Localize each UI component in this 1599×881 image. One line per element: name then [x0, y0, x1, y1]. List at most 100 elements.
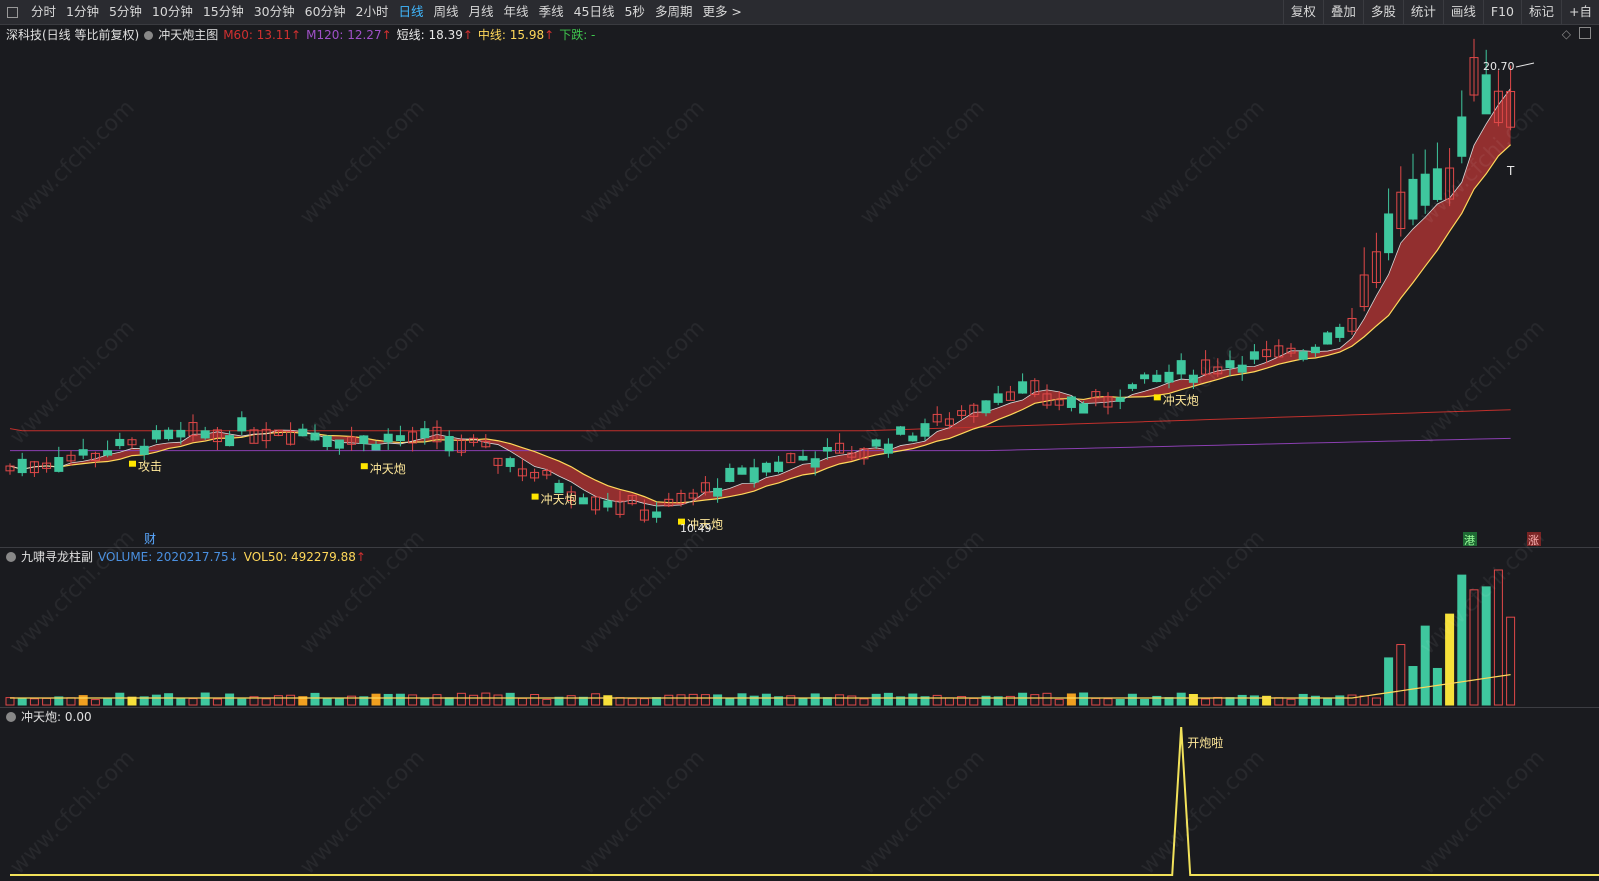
toolbar-button[interactable]: 叠加 — [1322, 0, 1363, 24]
candle-body — [603, 500, 613, 508]
candle-body — [1335, 326, 1345, 338]
indicator-name[interactable]: 冲天炮主图 — [158, 26, 218, 44]
volume-bar — [1140, 698, 1150, 706]
volume-bar — [1030, 694, 1040, 706]
candle-body — [225, 435, 235, 447]
volume-bar — [908, 693, 918, 706]
maximize-icon[interactable] — [1579, 27, 1591, 39]
indicator-settings-icon[interactable] — [6, 552, 16, 562]
period-tab[interactable]: 分时 — [26, 0, 61, 24]
volume-bar — [151, 694, 161, 706]
volume-bar — [383, 693, 393, 706]
toolbar-button[interactable]: 标记 — [1521, 0, 1561, 24]
up-arrow-icon: ↑ — [462, 28, 473, 42]
candle-body — [383, 433, 393, 443]
period-tab[interactable]: 年线 — [499, 0, 534, 24]
peak-label: 开炮啦 — [1187, 735, 1223, 750]
volume-bar — [1201, 698, 1211, 706]
volume-bar — [1042, 692, 1052, 706]
volume-bar — [932, 694, 942, 706]
candle-body — [1115, 397, 1125, 402]
volume-bar — [261, 698, 271, 706]
m120-value: M120: 12.27 — [306, 28, 382, 42]
toolbar-button[interactable]: +自 — [1561, 0, 1599, 24]
period-tab[interactable]: 5秒 — [619, 0, 649, 24]
candle-body — [1018, 381, 1028, 394]
toolbar-button[interactable]: F10 — [1482, 0, 1521, 24]
period-tab[interactable]: 1分钟 — [61, 0, 104, 24]
high-price-label: 20.70 — [1483, 60, 1515, 73]
volume-bar — [1225, 697, 1235, 706]
candle-body — [444, 435, 454, 452]
volume-bar — [17, 698, 27, 706]
volume-bar — [652, 697, 662, 706]
volume-bar — [66, 697, 76, 706]
m60-line — [9, 409, 1511, 432]
candle-body — [652, 511, 662, 518]
volume-bar — [627, 698, 637, 706]
period-tab[interactable]: 月线 — [464, 0, 499, 24]
m60-value: M60: 13.11 — [223, 28, 292, 42]
volume-bar — [1335, 695, 1345, 706]
period-tab[interactable]: 15分钟 — [198, 0, 249, 24]
volume-bar — [29, 698, 39, 706]
volume-bar — [1018, 692, 1028, 706]
volume-bar — [737, 693, 747, 706]
period-tab[interactable]: 季线 — [534, 0, 569, 24]
volume-bar — [969, 697, 979, 706]
stock-name[interactable]: 深科技(日线 等比前复权) — [6, 26, 139, 44]
volume-bar — [798, 697, 808, 706]
period-tab[interactable]: 30分钟 — [249, 0, 300, 24]
toolbar-button[interactable]: 复权 — [1282, 0, 1323, 24]
candle-body — [578, 497, 588, 505]
period-tab[interactable]: 60分钟 — [300, 0, 351, 24]
volume-bar — [164, 693, 174, 706]
period-tab[interactable]: 周线 — [429, 0, 464, 24]
volume-bar — [225, 693, 235, 706]
period-tab[interactable]: 更多 > — [697, 0, 746, 24]
candle-body — [371, 443, 381, 451]
volume-bar — [176, 697, 186, 706]
volume-bar — [469, 694, 479, 706]
finance-badge: 财 — [144, 532, 156, 546]
volume-bar — [334, 697, 344, 706]
volume-bar — [5, 697, 15, 706]
diamond-icon[interactable]: ◇ — [1562, 27, 1571, 41]
signal-marker — [531, 493, 539, 500]
volume-bar — [371, 693, 381, 706]
candle-body — [1140, 374, 1150, 380]
signal-marker — [129, 460, 136, 467]
volume-bar — [1054, 698, 1064, 706]
period-tab[interactable]: 5分钟 — [104, 0, 147, 24]
volume-bar — [432, 694, 442, 706]
signal-legend: 冲天炮 : 0.00 — [6, 708, 97, 726]
toolbar-button[interactable]: 统计 — [1402, 0, 1443, 24]
volume-bar — [115, 692, 125, 706]
vol50-line — [10, 674, 1511, 699]
mid-line-value: 中线: 15.98 — [477, 28, 545, 42]
volume-bar — [1274, 697, 1284, 706]
panel-divider[interactable] — [0, 707, 1599, 708]
window-toggle-icon[interactable] — [7, 6, 18, 18]
volume-bar — [713, 694, 723, 706]
candle-body — [993, 393, 1003, 403]
volume-bar — [883, 692, 893, 706]
volume-legend: 九啸寻龙柱副 VOLUME: 2020217.75 ↓ VOL50: 492279… — [6, 548, 371, 566]
indicator-settings-icon[interactable] — [144, 30, 154, 40]
volume-bar — [237, 698, 247, 706]
period-tab[interactable]: 45日线 — [569, 0, 620, 24]
period-tab[interactable]: 日线 — [394, 0, 429, 24]
chart-canvas[interactable]: 攻击 冲天炮冲天炮冲天炮冲天炮20.7010.49T财港涨开炮啦 — [0, 0, 1599, 881]
candle-body — [395, 435, 405, 442]
period-tab[interactable]: 10分钟 — [147, 0, 198, 24]
volume-bar — [310, 692, 320, 706]
toolbar-button[interactable]: 多股 — [1362, 0, 1403, 24]
toolbar-button[interactable]: 画线 — [1442, 0, 1483, 24]
period-tab[interactable]: 2小时 — [351, 0, 394, 24]
volume-bar — [639, 698, 649, 706]
indicator-settings-icon[interactable] — [6, 712, 16, 722]
signal-marker — [360, 463, 368, 470]
signal-indicator-name[interactable]: 冲天炮 — [21, 708, 57, 726]
period-tab[interactable]: 多周期 — [650, 0, 698, 24]
main-chart-legend: 深科技(日线 等比前复权) 冲天炮主图 M60: 13.11 ↑ M120: 12… — [6, 26, 600, 44]
